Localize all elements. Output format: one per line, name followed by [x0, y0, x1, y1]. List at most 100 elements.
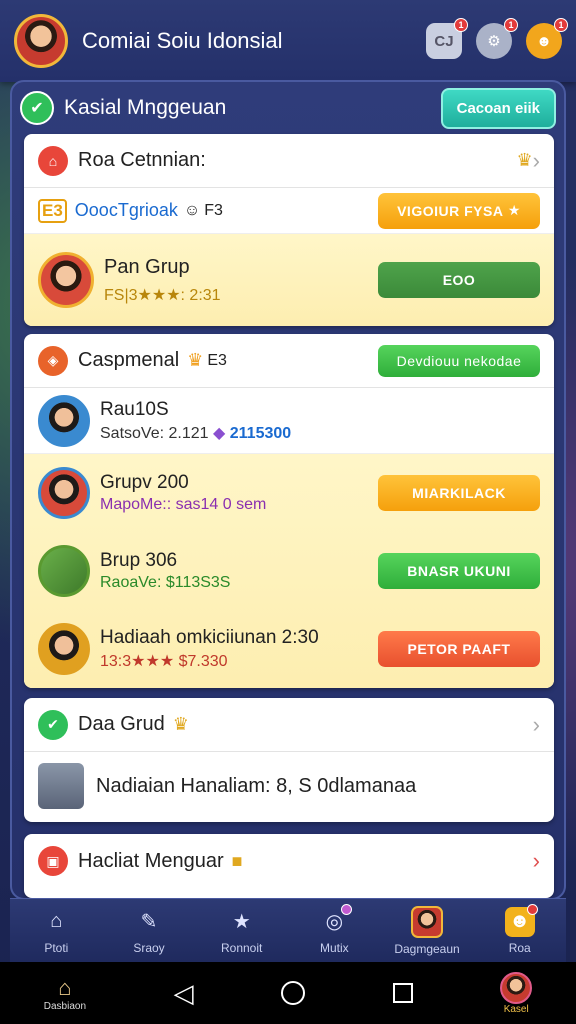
panda-icon: ☻ — [504, 903, 538, 937]
list-item: Brup 306 RaoaVe: $113S3S BNASR UKUNI — [24, 532, 554, 610]
chevron-right-icon[interactable]: › — [533, 712, 540, 738]
chat-badge: 1 — [454, 18, 468, 32]
nav-home-label: Ptoti — [44, 940, 69, 955]
leaf-icon: ✔ — [38, 709, 68, 740]
item-score: 2115300 — [229, 424, 292, 442]
profile-avatar-icon — [500, 971, 533, 1004]
clipboard-icon: ✎ — [140, 911, 158, 933]
group-name: Pan Grup — [104, 255, 190, 278]
petor-button[interactable]: PETOR PAAFT — [378, 631, 540, 667]
bnasr-button[interactable]: BNASR UKUNI — [378, 553, 540, 589]
system-navigation-bar: ⌂ Dasbiaon ◁ Kasel — [0, 962, 576, 1024]
item-name: Grupv 200 — [100, 472, 189, 493]
devdiouu-button[interactable]: Devdiouu nekodae — [378, 344, 540, 377]
nav-home[interactable]: ⌂ Ptoti — [10, 899, 103, 962]
nav-sraoy[interactable]: ✎ Sraoy — [103, 899, 196, 962]
card-roa-row-1: E3 OoocTgrioak ☺ F3 VIGOIUR FYSA ★ — [24, 188, 554, 234]
profile-avatar-icon — [411, 905, 444, 938]
card-hacliat: ▣ Hacliat Menguar ■ › — [24, 834, 554, 898]
avatar — [38, 545, 90, 597]
row-prefix: E3 — [38, 198, 67, 223]
chevron-right-icon[interactable]: › — [533, 148, 540, 174]
settings-badge: 1 — [504, 18, 518, 32]
home-circle-icon[interactable] — [281, 981, 306, 1005]
group-avatar — [38, 252, 94, 308]
vigoiur-button-label: VIGOIUR FYSA — [397, 202, 504, 219]
avatar — [38, 394, 90, 447]
card-hacliat-header[interactable]: ▣ Hacliat Menguar ■ › — [24, 834, 554, 888]
house-icon: ⌂ — [58, 974, 72, 1000]
app-title: Comiai Soiu Idonsial — [82, 28, 283, 53]
item-name: Rau10S — [100, 398, 169, 420]
nav-dagmgeaun-label: Dagmgeaun — [394, 941, 460, 956]
card-daa-grud: ✔ Daa Grud ♛ › Nadiaian Hanaliam: 8, S 0… — [24, 698, 554, 822]
top-bar: Comiai Soiu Idonsial CJ 1 ⚙ 1 ☻ 1 — [0, 0, 576, 82]
item-name: Hadiaah omkiciiunan 2:30 — [100, 627, 319, 648]
card-daa-grud-title: Daa Grud — [78, 713, 165, 735]
shield-icon: ✔ — [20, 91, 54, 125]
nav-roa[interactable]: ☻ Roa — [473, 899, 566, 962]
card-caspmenal-header: ◈ Caspmenal ♛ E3 Devdiouu nekodae — [24, 334, 554, 388]
sys-home[interactable]: ⌂ Dasbiaon — [44, 975, 86, 1012]
chevron-right-icon[interactable]: › — [533, 848, 540, 874]
nav-roa-label: Roa — [508, 940, 531, 955]
machine-icon — [38, 763, 84, 809]
avatar — [38, 467, 90, 519]
trophy-icon: ♛ — [172, 714, 189, 734]
item-name: Nadiaian Hanaliam: 8, S 0dlamanaa — [96, 774, 417, 797]
item-stats: 13:3★★★ $7.330 — [100, 653, 228, 670]
panel-title: Kasial Mnggeuan — [64, 96, 227, 119]
panel-header: ✔ Kasial Mnggeuan Cacoan eiik — [20, 87, 556, 129]
home-icon: ⌂ — [50, 910, 63, 932]
row-text-block: Brup 306 RaoaVe: $113S3S — [100, 550, 378, 592]
card-roa: ⌂ Roa Cetnnian: ♛ › E3 OoocTgrioak ☺ F3 … — [24, 134, 554, 326]
avatar — [38, 623, 90, 675]
chat-icon[interactable]: CJ 1 — [426, 18, 468, 59]
vigoiur-button[interactable]: VIGOIUR FYSA ★ — [378, 192, 540, 229]
row-text-block: Grupv 200 MapoMe:: sas14 0 sem — [100, 472, 378, 514]
card-caspmenal-title: Caspmenal — [78, 349, 180, 371]
present-icon: ■ — [231, 850, 243, 871]
row-text-block: Pan Grup FS|3★★★: 2:31 — [104, 256, 378, 305]
sys-profile-label: Kasel — [503, 1003, 529, 1015]
back-icon[interactable]: ◁ — [174, 978, 194, 1009]
item-stats: SatsoVe: 2.121 ◆ 2115300 — [100, 423, 540, 443]
trophy-icon: ♛ — [516, 150, 533, 170]
notification-icon[interactable]: ☻ 1 — [526, 18, 568, 59]
card-roa-header[interactable]: ⌂ Roa Cetnnian: ♛ › — [24, 134, 554, 188]
star-icon: ★ — [232, 911, 251, 933]
row-text-block: Rau10S SatsoVe: 2.121 ◆ 2115300 — [100, 399, 540, 443]
group-stats: FS|3★★★: 2:31 — [104, 286, 221, 304]
bag-icon: ◈ — [38, 345, 68, 376]
item-stats: MapoMe:: sas14 0 sem — [100, 496, 267, 513]
nav-dagmgeaun[interactable]: Dagmgeaun — [381, 899, 474, 962]
nav-ronnoit[interactable]: ★ Ronnoit — [195, 899, 288, 962]
settings-icon[interactable]: ⚙ 1 — [476, 18, 518, 59]
card-caspmenal: ◈ Caspmenal ♛ E3 Devdiouu nekodae Rau10S… — [24, 334, 554, 688]
camera-icon: ◎ — [319, 903, 353, 937]
eoo-button[interactable]: EOO — [378, 262, 540, 298]
sys-profile[interactable]: Kasel — [500, 971, 533, 1015]
list-item: Grupv 200 MapoMe:: sas14 0 sem MIARKILAC… — [24, 454, 554, 532]
list-item: Hadiaah omkiciiunan 2:30 13:3★★★ $7.330 … — [24, 610, 554, 688]
card-roa-title: Roa Cetnnian: — [78, 149, 206, 171]
list-item[interactable]: Nadiaian Hanaliam: 8, S 0dlamanaa — [24, 752, 554, 820]
miarkilack-button[interactable]: MIARKILACK — [378, 475, 540, 511]
item-stats: RaoaVe: $113S3S — [100, 574, 231, 591]
panel-action-button[interactable]: Cacoan eiik — [440, 87, 556, 129]
list-item[interactable]: Rau10S SatsoVe: 2.121 ◆ 2115300 — [24, 388, 554, 454]
nav-mutix-label: Mutix — [320, 940, 349, 955]
face-icon: ☺ — [183, 201, 201, 219]
home-icon: ⌂ — [38, 145, 68, 176]
card-daa-grud-header[interactable]: ✔ Daa Grud ♛ › — [24, 698, 554, 752]
highlight-list: Grupv 200 MapoMe:: sas14 0 sem MIARKILAC… — [24, 454, 554, 688]
row-text: OoocTgrioak — [74, 200, 178, 220]
profile-avatar[interactable] — [14, 14, 68, 68]
item-name: Brup 306 — [100, 550, 178, 571]
item-stats-text: SatsoVe: 2.121 — [100, 424, 209, 442]
title-suffix: E3 — [207, 351, 227, 369]
recents-icon[interactable] — [392, 983, 413, 1003]
notification-badge: 1 — [554, 18, 568, 32]
nav-mutix[interactable]: ◎ Mutix — [288, 899, 381, 962]
bottom-navigation: ⌂ Ptoti ✎ Sraoy ★ Ronnoit ◎ Mutix Dagmgeaun … — [10, 898, 566, 962]
